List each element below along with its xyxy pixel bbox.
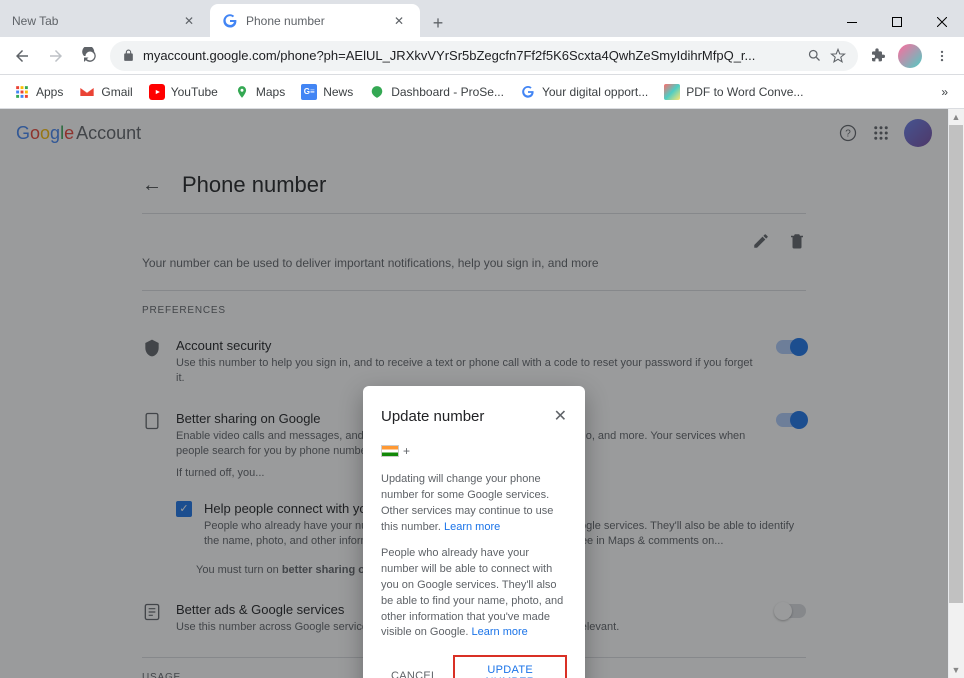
close-icon[interactable]: ✕ <box>184 14 198 28</box>
new-tab-button[interactable]: + <box>424 9 452 37</box>
pdf-icon <box>664 84 680 100</box>
tab-new[interactable]: New Tab ✕ <box>0 4 210 37</box>
bookmark-pdf[interactable]: PDF to Word Conve... <box>658 80 809 104</box>
apps-icon <box>14 84 30 100</box>
star-icon[interactable] <box>830 48 846 64</box>
back-button[interactable] <box>8 42 36 70</box>
scrollbar[interactable]: ▲ ▼ <box>948 109 964 678</box>
youtube-icon <box>149 84 165 100</box>
forward-button[interactable] <box>42 42 70 70</box>
news-icon: G≡ <box>301 84 317 100</box>
close-icon[interactable]: ✕ <box>394 14 408 28</box>
bookmark-digital[interactable]: Your digital opport... <box>514 80 654 104</box>
dialog-text-1: Updating will change your phone number f… <box>381 472 567 536</box>
bookmark-youtube[interactable]: YouTube <box>143 80 224 104</box>
cancel-button[interactable]: CANCEL <box>381 662 447 678</box>
reload-button[interactable] <box>76 42 104 70</box>
window-close-button[interactable] <box>919 7 964 37</box>
scroll-up-icon[interactable]: ▲ <box>948 109 964 125</box>
address-bar[interactable]: myaccount.google.com/phone?ph=AElUL_JRXk… <box>110 41 858 71</box>
bookmark-maps[interactable]: Maps <box>228 80 291 104</box>
leaf-icon <box>369 84 385 100</box>
extensions-icon[interactable] <box>864 42 892 70</box>
tab-title: New Tab <box>12 14 184 28</box>
lock-icon <box>122 49 135 62</box>
search-in-page-icon[interactable] <box>807 48 822 63</box>
maps-icon <box>234 84 250 100</box>
bookmark-news[interactable]: G≡News <box>295 80 359 104</box>
bookmark-apps[interactable]: Apps <box>8 80 69 104</box>
update-number-button[interactable]: UPDATE NUMBER <box>453 655 567 678</box>
flag-india-icon <box>381 445 399 457</box>
bookmarks-overflow[interactable]: » <box>933 81 956 103</box>
tab-phone-number[interactable]: Phone number ✕ <box>210 4 420 37</box>
profile-avatar[interactable] <box>898 44 922 68</box>
url-text: myaccount.google.com/phone?ph=AElUL_JRXk… <box>143 48 799 63</box>
bookmark-dashboard[interactable]: Dashboard - ProSe... <box>363 80 510 104</box>
update-number-dialog: Update number ✕ + Updating will change y… <box>363 386 585 678</box>
learn-more-link-2[interactable]: Learn more <box>472 626 528 638</box>
scrollbar-thumb[interactable] <box>949 125 963 603</box>
minimize-button[interactable] <box>829 7 874 37</box>
dialog-text-2: People who already have your number will… <box>381 546 567 642</box>
maximize-button[interactable] <box>874 7 919 37</box>
dialog-title: Update number <box>381 408 554 425</box>
favicon-google <box>222 13 238 29</box>
close-icon[interactable]: ✕ <box>554 406 567 426</box>
country-selector[interactable]: + <box>381 444 567 458</box>
bookmark-gmail[interactable]: Gmail <box>73 80 138 104</box>
gmail-icon <box>79 84 95 100</box>
google-g-icon <box>520 84 536 100</box>
learn-more-link-1[interactable]: Learn more <box>444 521 500 533</box>
scroll-down-icon[interactable]: ▼ <box>948 662 964 678</box>
tab-title: Phone number <box>246 14 394 28</box>
menu-icon[interactable] <box>928 42 956 70</box>
